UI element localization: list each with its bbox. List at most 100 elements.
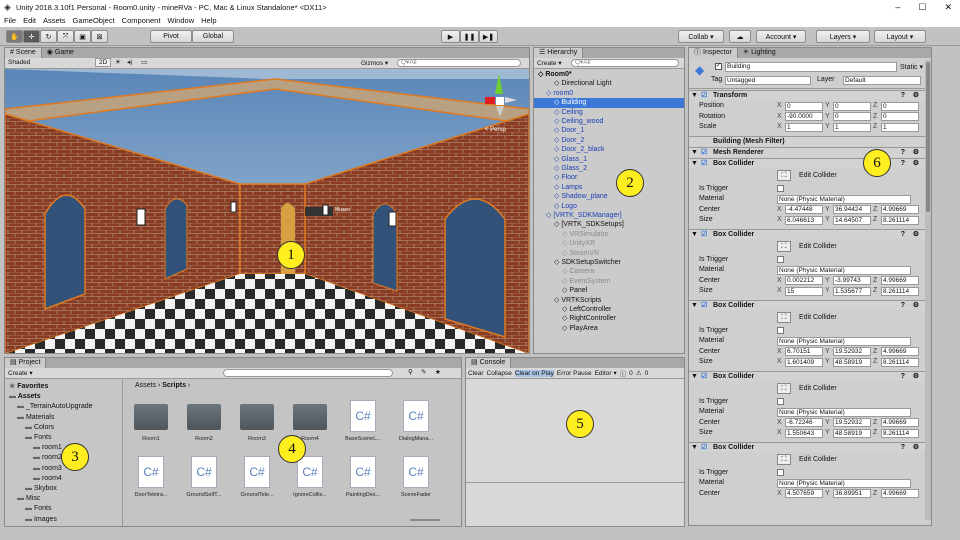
vector-field-z[interactable]: 4.99669 [881, 205, 919, 214]
physic-material-field[interactable]: None (Physic Material) [777, 265, 911, 275]
vector-field-y[interactable]: -3.99743 [833, 276, 871, 285]
static-dropdown[interactable]: Static ▾ [900, 63, 923, 71]
csharp-script-icon[interactable]: C# [138, 456, 164, 488]
shading-mode-dropdown[interactable]: Shaded [8, 59, 30, 66]
breadcrumb-scripts[interactable]: Scripts [162, 382, 186, 389]
console-clear-on-play-button[interactable]: Clear on Play [514, 369, 554, 377]
icon-size-slider[interactable] [410, 519, 440, 521]
settings-gear-icon[interactable]: ⚙ [913, 372, 919, 382]
help-icon[interactable]: ? [901, 159, 905, 169]
csharp-script-icon[interactable]: C# [191, 456, 217, 488]
physic-material-field[interactable]: None (Physic Material) [777, 407, 911, 417]
audio-toggle-icon[interactable]: ◂) [127, 58, 132, 66]
asset-label[interactable]: Room3 [232, 436, 282, 442]
cloud-icon[interactable]: ☁ [729, 30, 751, 43]
menu-window[interactable]: Window [167, 16, 194, 25]
console-editor-dropdown[interactable]: Editor ▾ [595, 369, 617, 377]
tab-lighting[interactable]: ☀ Lighting [738, 48, 781, 58]
breadcrumb-assets[interactable]: Assets [135, 382, 156, 389]
vector-field-z[interactable]: 4.99669 [881, 347, 919, 356]
settings-gear-icon[interactable]: ⚙ [913, 443, 919, 453]
asset-label[interactable]: DoorTeletra... [126, 492, 176, 498]
step-button[interactable]: ▶❚ [479, 30, 498, 43]
csharp-script-icon[interactable]: C# [350, 400, 376, 432]
project-tree-item[interactable]: ▬ Fonts [25, 504, 51, 513]
vector-field-y[interactable]: 1 [833, 122, 871, 132]
vector-field-z[interactable]: 0 [881, 101, 919, 111]
hand-tool-icon[interactable]: ✋ [6, 30, 23, 43]
component-enable-checkbox[interactable]: ☑ [701, 443, 707, 453]
vector-field-z[interactable]: 4.99669 [881, 276, 919, 285]
asset-label[interactable]: Room2 [179, 436, 229, 442]
mesh-renderer-header[interactable]: ▼ ☑ Mesh Renderer? ⚙ [689, 146, 925, 158]
vector-field-y[interactable]: 19.52932 [833, 418, 871, 427]
layout-button[interactable]: Layout ▾ [874, 30, 926, 43]
foldout-arrow-icon[interactable]: ▼ [691, 443, 698, 453]
help-icon[interactable]: ? [901, 301, 905, 311]
project-tree-item[interactable]: ▬ Materials [17, 413, 54, 422]
folder-icon[interactable] [293, 404, 327, 430]
box-collider-header[interactable]: ▼ ☑ Box Collider? ⚙ [689, 370, 925, 382]
box-collider-header[interactable]: ▼ ☑ Box Collider? ⚙ [689, 228, 925, 239]
asset-label[interactable]: Room1 [126, 436, 176, 442]
vector-field-x[interactable]: 6.046613 [785, 215, 823, 225]
tab-hierarchy[interactable]: ☰ Hierarchy [534, 48, 584, 58]
perspective-label[interactable]: < Persp [485, 127, 506, 133]
help-icon[interactable]: ? [901, 91, 905, 101]
is-trigger-checkbox[interactable] [777, 184, 784, 192]
vector-field-x[interactable]: 0 [785, 101, 823, 111]
hierarchy-item[interactable]: ◇ PlayArea [534, 324, 684, 334]
filter-label-icon[interactable]: ✎ [421, 368, 426, 376]
help-icon[interactable]: ? [901, 443, 905, 453]
effects-toggle-icon[interactable]: ▭ [141, 58, 147, 66]
vector-field-x[interactable]: 4.507659 [785, 489, 823, 498]
settings-gear-icon[interactable]: ⚙ [913, 301, 919, 311]
project-tree-item[interactable]: ▬ room1 [33, 443, 62, 452]
component-enable-checkbox[interactable]: ☑ [701, 372, 707, 382]
vector-field-z[interactable]: 8.261114 [881, 215, 919, 225]
project-tree-item[interactable]: ▬ room3 [33, 464, 62, 473]
vector-field-y[interactable]: 14.64507 [833, 215, 871, 225]
vector-field-x[interactable]: 6.70151 [785, 347, 823, 356]
account-button[interactable]: Account ▾ [756, 30, 806, 43]
help-icon[interactable]: ? [901, 372, 905, 382]
vector-field-x[interactable]: -6.72246 [785, 418, 823, 427]
menu-file[interactable]: File [4, 16, 16, 25]
component-enable-checkbox[interactable]: ☑ [701, 91, 707, 101]
vector-field-x[interactable]: -90.0000 [785, 112, 823, 121]
project-tree-item[interactable]: ▬ room2 [33, 453, 62, 462]
project-tree-item[interactable]: ▬ Skybox [25, 484, 57, 493]
is-trigger-checkbox[interactable] [777, 468, 784, 476]
settings-gear-icon[interactable]: ⚙ [913, 148, 919, 158]
vector-field-x[interactable]: 1.601409 [785, 357, 823, 367]
foldout-arrow-icon[interactable]: ▼ [691, 148, 698, 158]
physic-material-field[interactable]: None (Physic Material) [777, 336, 911, 346]
global-button[interactable]: Global [192, 30, 234, 43]
tab-game[interactable]: ◉ Game [42, 48, 79, 58]
info-count-icon[interactable]: ⓘ [620, 368, 627, 378]
scene-search-input[interactable]: Q▾All [397, 59, 521, 67]
console-error-pause-button[interactable]: Error Pause [557, 370, 592, 377]
vector-field-x[interactable]: 15 [785, 286, 823, 296]
settings-gear-icon[interactable]: ⚙ [913, 159, 919, 169]
project-tree-item[interactable]: ▬ room4 [33, 474, 62, 483]
scale-tool-icon[interactable]: ⤧ [57, 30, 74, 43]
vector-field-y[interactable]: 48.58919 [833, 428, 871, 438]
component-enable-checkbox[interactable]: ☑ [701, 159, 707, 169]
vector-field-y[interactable]: 19.52932 [833, 347, 871, 356]
settings-gear-icon[interactable]: ⚙ [913, 91, 919, 101]
csharp-script-icon[interactable]: C# [350, 456, 376, 488]
is-trigger-checkbox[interactable] [777, 326, 784, 334]
active-checkbox[interactable]: ✓ [715, 63, 722, 70]
project-create-button[interactable]: Create ▾ [8, 369, 33, 377]
vector-field-z[interactable]: 4.99669 [881, 418, 919, 427]
csharp-script-icon[interactable]: C# [244, 456, 270, 488]
filter-type-icon[interactable]: ⚲ [408, 368, 413, 376]
asset-label[interactable]: DialogMana... [391, 436, 441, 442]
rotate-tool-icon[interactable]: ↻ [40, 30, 57, 43]
project-tree-item[interactable]: ▬ Images [25, 515, 57, 524]
project-tree-item[interactable]: ★ Favorites [9, 382, 48, 391]
tab-scene[interactable]: # Scene [5, 48, 42, 58]
physic-material-field[interactable]: None (Physic Material) [777, 194, 911, 204]
vector-field-y[interactable]: 0 [833, 101, 871, 111]
